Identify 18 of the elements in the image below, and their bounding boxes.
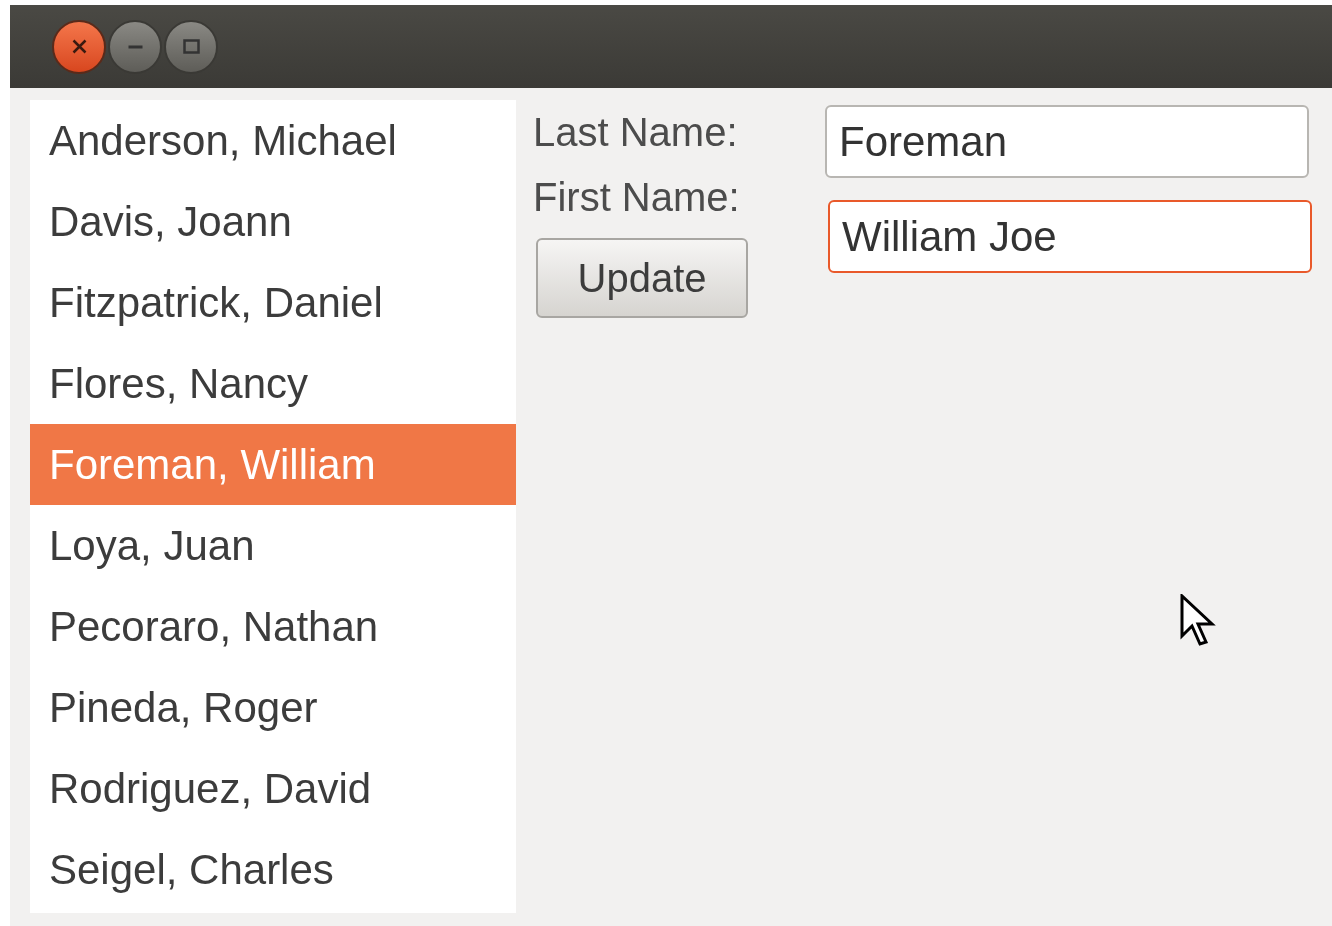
list-item[interactable]: Davis, Joann: [30, 181, 516, 262]
field-label: Last Name:: [533, 109, 738, 156]
list-item[interactable]: Loya, Juan: [30, 505, 516, 586]
maximize-icon: [182, 38, 200, 55]
close-icon: [70, 38, 88, 55]
text-field[interactable]: William Joe: [828, 200, 1312, 273]
list-item[interactable]: Fitzpatrick, Daniel: [30, 262, 516, 343]
list-item[interactable]: Rodriguez, David: [30, 748, 516, 829]
update-button[interactable]: Update: [536, 238, 748, 318]
text-field[interactable]: Foreman: [825, 105, 1309, 178]
list-item[interactable]: Flores, Nancy: [30, 343, 516, 424]
list-item[interactable]: Anderson, Michael: [30, 100, 516, 181]
list-item[interactable]: Seigel, Charles: [30, 829, 516, 910]
minimize-icon: [126, 44, 144, 49]
list-item[interactable]: Pecoraro, Nathan: [30, 586, 516, 667]
field-label: First Name:: [533, 174, 740, 221]
list-item[interactable]: Pineda, Roger: [30, 667, 516, 748]
close-button[interactable]: [52, 19, 106, 74]
